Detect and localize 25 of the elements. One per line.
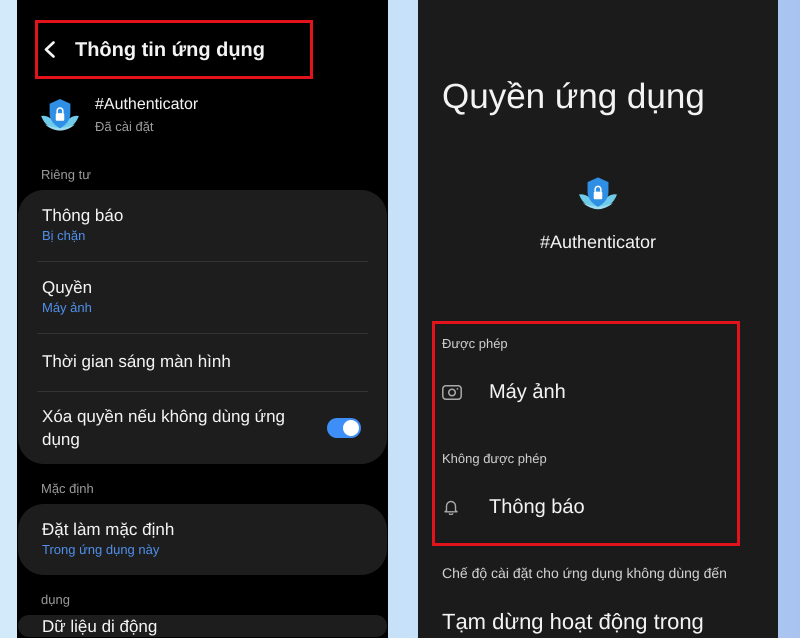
app-name: #Authenticator <box>95 95 198 115</box>
permission-item[interactable]: Máy ảnh <box>442 368 566 416</box>
settings-item[interactable]: Dữ liệu di động <box>18 615 387 637</box>
toggle-switch[interactable] <box>327 418 361 438</box>
settings-item[interactable]: Thông báo Bị chặn <box>18 190 387 261</box>
settings-item[interactable]: Tạm dừng hoạt động trong <box>442 609 704 635</box>
lotus-shield-icon <box>41 98 79 132</box>
section-label: Riêng tư <box>41 166 91 184</box>
group-label: Được phép <box>442 335 508 353</box>
settings-item[interactable]: Đặt làm mặc định Trong ứng dụng này <box>18 504 387 575</box>
screen-title: Quyền ứng dụng <box>442 76 705 118</box>
group-label: Không được phép <box>442 450 547 468</box>
settings-item[interactable]: Quyền Máy ảnh <box>18 262 387 333</box>
bell-icon <box>444 499 458 515</box>
section-label: dụng <box>41 591 70 609</box>
screen-title: Thông tin ứng dụng <box>75 38 265 62</box>
install-status: Đã cài đặt <box>95 118 154 136</box>
settings-item[interactable]: Thời gian sáng màn hình <box>18 334 387 391</box>
setting-label: Xóa quyền nếu không dùng ứng dụng <box>42 406 286 451</box>
section-label: Mặc định <box>41 480 94 498</box>
camera-icon <box>442 384 462 400</box>
app-name: #Authenticator <box>540 231 656 253</box>
back-icon[interactable] <box>44 41 55 58</box>
section-label: Chế độ cài đặt cho ứng dụng không dùng đến <box>442 564 727 582</box>
permission-item[interactable]: Thông báo <box>442 483 585 531</box>
